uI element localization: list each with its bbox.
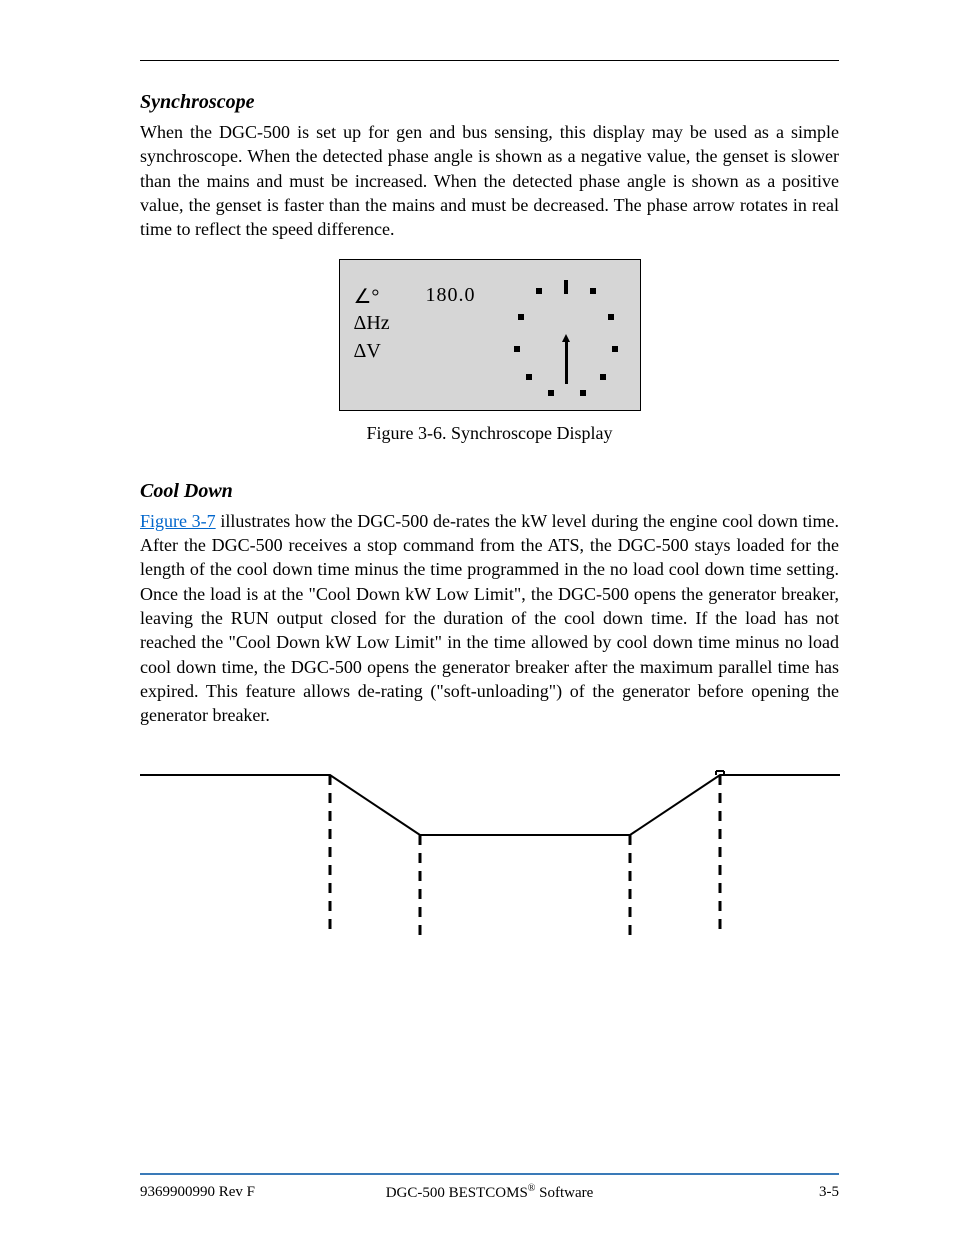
cool-down-diagram (140, 745, 839, 945)
dial-tick (518, 314, 524, 320)
dial-tick (514, 346, 520, 352)
synchroscope-heading: Synchroscope (140, 91, 839, 114)
dial-tick (590, 288, 596, 294)
dial-top-tick (564, 280, 568, 294)
top-rule (140, 60, 839, 61)
footer-center: DGC-500 BESTCOMS® Software (140, 1183, 839, 1202)
phase-dial (506, 280, 626, 400)
angle-value: 180.0 (426, 284, 476, 307)
delta-v-label: ΔV (354, 340, 381, 363)
cool-down-svg (140, 745, 840, 945)
phase-needle (565, 340, 568, 384)
dial-tick (612, 346, 618, 352)
figure-3-6-caption: Figure 3-6. Synchroscope Display (140, 421, 839, 445)
angle-label: ∠° (354, 284, 380, 309)
dial-tick (608, 314, 614, 320)
figure-3-7-link[interactable]: Figure 3-7 (140, 511, 216, 531)
page-footer: 9369900990 Rev F DGC-500 BESTCOMS® Softw… (140, 1184, 839, 1201)
dial-tick (526, 374, 532, 380)
dial-tick (548, 390, 554, 396)
delta-hz-label: ΔHz (354, 312, 390, 335)
synchroscope-display: ∠° ΔHz ΔV 180.0 (339, 259, 641, 411)
bottom-rule (140, 1173, 839, 1175)
cool-down-para-text: illustrates how the DGC-500 de-rates the… (140, 511, 839, 725)
dial-tick (580, 390, 586, 396)
dial-tick (536, 288, 542, 294)
synchroscope-paragraph: When the DGC-500 is set up for gen and b… (140, 120, 839, 241)
cool-down-paragraph: Figure 3-7 illustrates how the DGC-500 d… (140, 509, 839, 728)
dial-tick (600, 374, 606, 380)
cool-down-heading: Cool Down (140, 480, 839, 503)
